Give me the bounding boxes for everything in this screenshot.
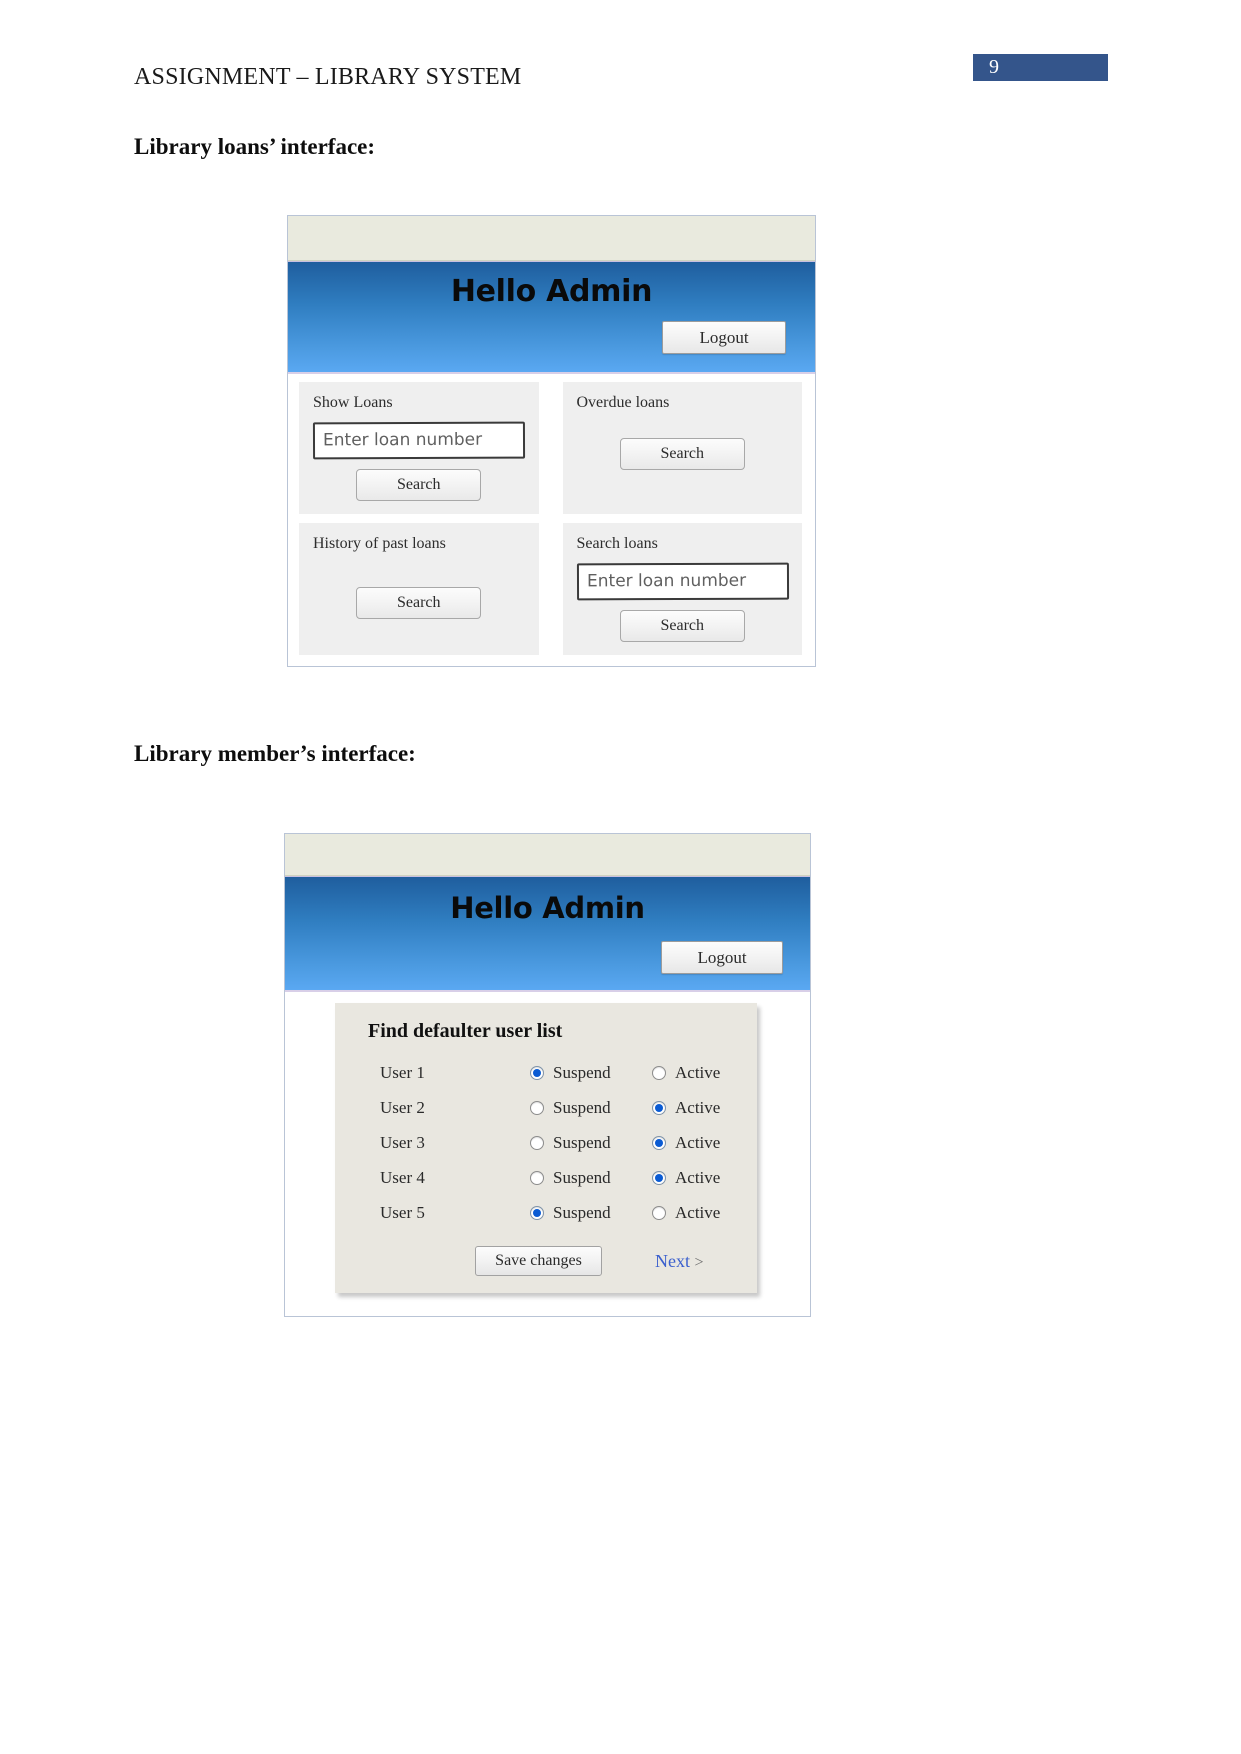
top-strip <box>288 216 815 261</box>
active-label: Active <box>675 1167 721 1187</box>
defaulter-list-title: Find defaulter user list <box>368 1020 563 1042</box>
suspend-label: Suspend <box>553 1202 611 1222</box>
panel-history-past-loans-label: History of past loans <box>313 535 446 552</box>
active-option[interactable]: Active <box>652 1098 720 1118</box>
page-number-badge: 9 <box>973 54 1108 81</box>
save-changes-button[interactable]: Save changes <box>475 1246 602 1276</box>
suspend-option[interactable]: Suspend <box>530 1203 652 1223</box>
panel-show-loans: Show Loans Enter loan number Search <box>299 382 539 514</box>
radio-active-icon[interactable] <box>652 1170 666 1185</box>
active-label: Active <box>675 1062 721 1082</box>
history-past-loans-search-button[interactable]: Search <box>356 587 482 619</box>
loans-header-banner: Hello Admin Logout <box>288 261 815 374</box>
radio-active-icon[interactable] <box>652 1135 666 1150</box>
show-loans-input[interactable]: Enter loan number <box>312 421 525 460</box>
library-member-mockup: Hello Admin Logout Find defaulter user l… <box>284 833 811 1317</box>
user-name-label: User 5 <box>380 1202 425 1222</box>
suspend-label: Suspend <box>553 1062 611 1082</box>
radio-suspend-icon[interactable] <box>530 1170 544 1185</box>
radio-suspend-icon[interactable] <box>530 1065 544 1080</box>
loans-logout-button[interactable]: Logout <box>662 321 786 354</box>
show-loans-input-placeholder: Enter loan number <box>322 429 483 451</box>
show-loans-search-button[interactable]: Search <box>356 469 482 501</box>
active-option[interactable]: Active <box>652 1203 720 1223</box>
chevron-right-icon: > <box>694 1253 704 1271</box>
overdue-loans-search-button[interactable]: Search <box>619 438 745 470</box>
search-loans-search-button[interactable]: Search <box>619 610 745 642</box>
radio-suspend-icon[interactable] <box>530 1135 544 1150</box>
panel-show-loans-label: Show Loans <box>313 394 393 411</box>
member-panel-area: Find defaulter user list User 1 Suspend Ac… <box>285 992 810 1316</box>
user-name-label: User 4 <box>380 1167 425 1187</box>
defaulter-card-actions: Save changes Next > <box>335 1246 757 1276</box>
suspend-option[interactable]: Suspend <box>530 1063 652 1083</box>
suspend-label: Suspend <box>553 1097 611 1117</box>
active-option[interactable]: Active <box>652 1063 720 1083</box>
user-row: User 2 Suspend Active <box>335 1090 757 1125</box>
member-greeting-text: Hello Admin <box>450 891 645 925</box>
search-loans-input-placeholder: Enter loan number <box>586 570 746 592</box>
member-logout-button[interactable]: Logout <box>661 941 783 974</box>
active-label: Active <box>675 1132 721 1152</box>
defaulter-user-rows: User 1 Suspend Active User 2 Suspend Active Us… <box>335 1055 757 1230</box>
loans-greeting-text: Hello Admin <box>450 274 653 309</box>
radio-active-icon[interactable] <box>652 1065 666 1080</box>
document-header-title: ASSIGNMENT – LIBRARY SYSTEM <box>134 64 522 90</box>
next-link-label: Next <box>655 1250 690 1271</box>
user-row: User 1 Suspend Active <box>335 1055 757 1090</box>
member-header-banner: Hello Admin Logout <box>285 876 810 992</box>
search-loans-input[interactable]: Enter loan number <box>576 562 789 601</box>
user-name-label: User 2 <box>380 1097 425 1117</box>
user-row: User 3 Suspend Active <box>335 1125 757 1160</box>
radio-active-icon[interactable] <box>652 1100 666 1115</box>
next-page-link[interactable]: Next > <box>655 1251 704 1272</box>
radio-suspend-icon[interactable] <box>530 1100 544 1115</box>
user-name-label: User 3 <box>380 1132 425 1152</box>
panel-search-loans-label: Search loans <box>576 535 658 552</box>
loans-panel-area: Show Loans Enter loan number Search Over… <box>288 374 815 665</box>
radio-active-icon[interactable] <box>652 1205 666 1220</box>
panel-history-past-loans: History of past loans Search <box>299 523 539 655</box>
active-option[interactable]: Active <box>652 1133 720 1153</box>
active-option[interactable]: Active <box>652 1168 720 1188</box>
user-row: User 5 Suspend Active <box>335 1195 757 1230</box>
section-heading-library-member: Library member’s interface: <box>134 741 416 766</box>
radio-suspend-icon[interactable] <box>530 1205 544 1220</box>
active-label: Active <box>675 1202 721 1222</box>
top-strip <box>285 834 810 876</box>
library-loans-mockup: Hello Admin Logout Show Loans Enter loan… <box>287 215 816 667</box>
suspend-option[interactable]: Suspend <box>530 1098 652 1118</box>
section-heading-library-loans: Library loans’ interface: <box>134 134 376 159</box>
active-label: Active <box>675 1097 721 1117</box>
suspend-label: Suspend <box>553 1132 611 1152</box>
suspend-option[interactable]: Suspend <box>530 1168 652 1188</box>
user-row: User 4 Suspend Active <box>335 1160 757 1195</box>
user-name-label: User 1 <box>380 1062 425 1082</box>
suspend-label: Suspend <box>553 1167 611 1187</box>
defaulter-user-list-card: Find defaulter user list User 1 Suspend Ac… <box>335 1003 757 1293</box>
panel-overdue-loans-label: Overdue loans <box>576 394 670 411</box>
panel-overdue-loans: Overdue loans Search <box>562 382 802 514</box>
panel-search-loans: Search loans Enter loan number Search <box>562 523 802 655</box>
suspend-option[interactable]: Suspend <box>530 1133 652 1153</box>
